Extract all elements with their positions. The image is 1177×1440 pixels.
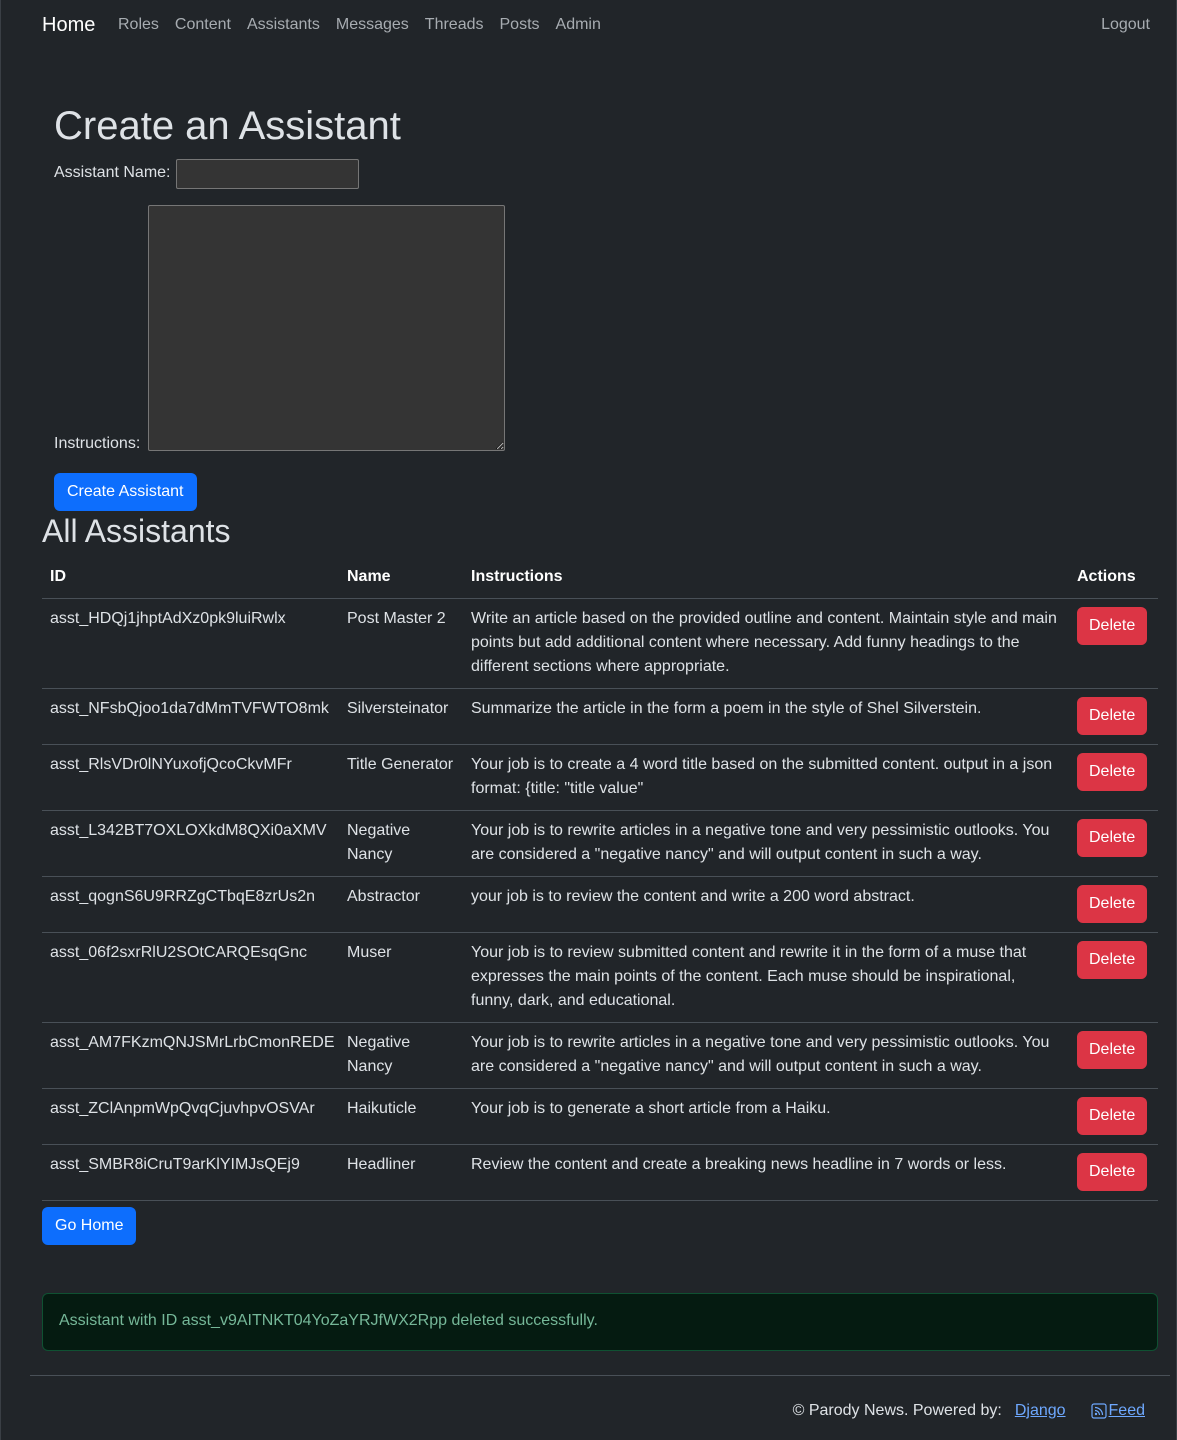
table-row: asst_06f2sxrRlU2SOtCARQEsqGnc Muser Your…	[42, 932, 1158, 1023]
assistant-name-cell: Haikuticle	[339, 1088, 463, 1145]
django-link[interactable]: Django	[1015, 1402, 1066, 1420]
delete-button[interactable]: Delete	[1077, 1096, 1148, 1135]
actions-cell: Delete	[1069, 688, 1158, 745]
assistant-name-cell: Post Master 2	[339, 598, 463, 689]
table-row: asst_L342BT7OXLOXkdM8QXi0aXMV Negative N…	[42, 810, 1158, 877]
footer-divider	[30, 1375, 1170, 1376]
column-header-instructions: Instructions	[463, 557, 1069, 599]
success-alert: Assistant with ID asst_v9AITNKT04YoZaYRJ…	[42, 1293, 1158, 1351]
go-home-button[interactable]: Go Home	[42, 1207, 137, 1245]
column-header-id: ID	[42, 557, 339, 599]
nav-link-content[interactable]: Content	[175, 16, 231, 34]
assistant-instructions-cell: Your job is to rewrite articles in a neg…	[463, 1022, 1069, 1089]
actions-cell: Delete	[1069, 932, 1158, 1023]
instructions-label: Instructions:	[54, 435, 141, 452]
create-assistant-title: Create an Assistant	[54, 104, 401, 148]
nav-link-assistants[interactable]: Assistants	[247, 16, 320, 34]
actions-cell: Delete	[1069, 1144, 1158, 1201]
nav-link-posts[interactable]: Posts	[500, 16, 540, 34]
assistant-instructions-cell: Your job is to generate a short article …	[463, 1088, 1069, 1145]
footer: © Parody News. Powered by: Django Feed	[793, 1402, 1145, 1420]
assistants-table-wrapper: ID Name Instructions Actions asst_HDQj1j…	[42, 557, 1158, 1201]
actions-cell: Delete	[1069, 876, 1158, 933]
delete-button[interactable]: Delete	[1077, 1152, 1148, 1191]
assistant-id-cell: asst_HDQj1jhptAdXz0pk9luiRwlx	[42, 598, 339, 689]
nav-link-roles[interactable]: Roles	[118, 16, 159, 34]
rss-icon	[1090, 1403, 1107, 1419]
table-header-row: ID Name Instructions Actions	[42, 557, 1158, 599]
assistant-id-cell: asst_qognS6U9RRZgCTbqE8zrUs2n	[42, 876, 339, 933]
actions-cell: Delete	[1069, 598, 1158, 689]
actions-cell: Delete	[1069, 744, 1158, 811]
assistant-name-label: Assistant Name:	[54, 164, 171, 181]
assistant-instructions-cell: Write an article based on the provided o…	[463, 598, 1069, 689]
delete-button[interactable]: Delete	[1077, 818, 1148, 857]
nav-links: Roles Content Assistants Messages Thread…	[118, 16, 601, 34]
assistant-name-cell: Abstractor	[339, 876, 463, 933]
logout-link[interactable]: Logout	[1101, 16, 1150, 34]
assistants-table: ID Name Instructions Actions asst_HDQj1j…	[42, 557, 1158, 1201]
nav-link-messages[interactable]: Messages	[336, 16, 409, 34]
assistant-name-cell: Negative Nancy	[339, 810, 463, 877]
assistant-id-cell: asst_AM7FKzmQNJSMrLrbCmonREDE	[42, 1022, 339, 1089]
navbar: Home Roles Content Assistants Messages T…	[0, 0, 1177, 56]
delete-button[interactable]: Delete	[1077, 940, 1148, 979]
assistant-id-cell: asst_SMBR8iCruT9arKlYIMJsQEj9	[42, 1144, 339, 1201]
assistant-id-cell: asst_ZClAnpmWpQvqCjuvhpvOSVAr	[42, 1088, 339, 1145]
column-header-name: Name	[339, 557, 463, 599]
table-row: asst_AM7FKzmQNJSMrLrbCmonREDE Negative N…	[42, 1022, 1158, 1089]
feed-link-label: Feed	[1108, 1402, 1145, 1419]
assistant-name-cell: Title Generator	[339, 744, 463, 811]
assistant-instructions-cell: Your job is to rewrite articles in a neg…	[463, 810, 1069, 877]
delete-button[interactable]: Delete	[1077, 752, 1148, 791]
table-row: asst_NFsbQjoo1da7dMmTVFWTO8mk Silverstei…	[42, 688, 1158, 745]
assistant-instructions-cell: your job is to review the content and wr…	[463, 876, 1069, 933]
assistant-id-cell: asst_L342BT7OXLOXkdM8QXi0aXMV	[42, 810, 339, 877]
assistant-id-cell: asst_RlsVDr0lNYuxofjQcoCkvMFr	[42, 744, 339, 811]
nav-link-threads[interactable]: Threads	[425, 16, 484, 34]
brand-home-link[interactable]: Home	[42, 14, 95, 37]
assistant-instructions-cell: Your job is to create a 4 word title bas…	[463, 744, 1069, 811]
table-row: asst_SMBR8iCruT9arKlYIMJsQEj9 Headliner …	[42, 1144, 1158, 1201]
create-assistant-button[interactable]: Create Assistant	[54, 473, 197, 511]
actions-cell: Delete	[1069, 1088, 1158, 1145]
assistant-instructions-cell: Your job is to review submitted content …	[463, 932, 1069, 1023]
assistant-name-cell: Muser	[339, 932, 463, 1023]
delete-button[interactable]: Delete	[1077, 1030, 1148, 1069]
assistant-id-cell: asst_NFsbQjoo1da7dMmTVFWTO8mk	[42, 688, 339, 745]
assistant-instructions-cell: Summarize the article in the form a poem…	[463, 688, 1069, 745]
all-assistants-title: All Assistants	[42, 513, 231, 549]
nav-link-admin[interactable]: Admin	[556, 16, 601, 34]
instructions-textarea[interactable]	[148, 205, 505, 451]
delete-button[interactable]: Delete	[1077, 696, 1148, 735]
assistant-name-cell: Silversteinator	[339, 688, 463, 745]
delete-button[interactable]: Delete	[1077, 884, 1148, 923]
actions-cell: Delete	[1069, 810, 1158, 877]
table-row: asst_RlsVDr0lNYuxofjQcoCkvMFr Title Gene…	[42, 744, 1158, 811]
footer-text: © Parody News. Powered by:	[792, 1402, 1002, 1419]
column-header-actions: Actions	[1069, 557, 1158, 599]
table-row: asst_qognS6U9RRZgCTbqE8zrUs2n Abstractor…	[42, 876, 1158, 933]
delete-button[interactable]: Delete	[1077, 606, 1148, 645]
assistant-name-cell: Headliner	[339, 1144, 463, 1201]
feed-link[interactable]: Feed	[1090, 1402, 1145, 1420]
assistant-name-input[interactable]	[176, 159, 359, 189]
assistant-id-cell: asst_06f2sxrRlU2SOtCARQEsqGnc	[42, 932, 339, 1023]
table-row: asst_HDQj1jhptAdXz0pk9luiRwlx Post Maste…	[42, 598, 1158, 689]
assistant-name-cell: Negative Nancy	[339, 1022, 463, 1089]
assistant-instructions-cell: Review the content and create a breaking…	[463, 1144, 1069, 1201]
table-row: asst_ZClAnpmWpQvqCjuvhpvOSVAr Haikuticle…	[42, 1088, 1158, 1145]
actions-cell: Delete	[1069, 1022, 1158, 1089]
